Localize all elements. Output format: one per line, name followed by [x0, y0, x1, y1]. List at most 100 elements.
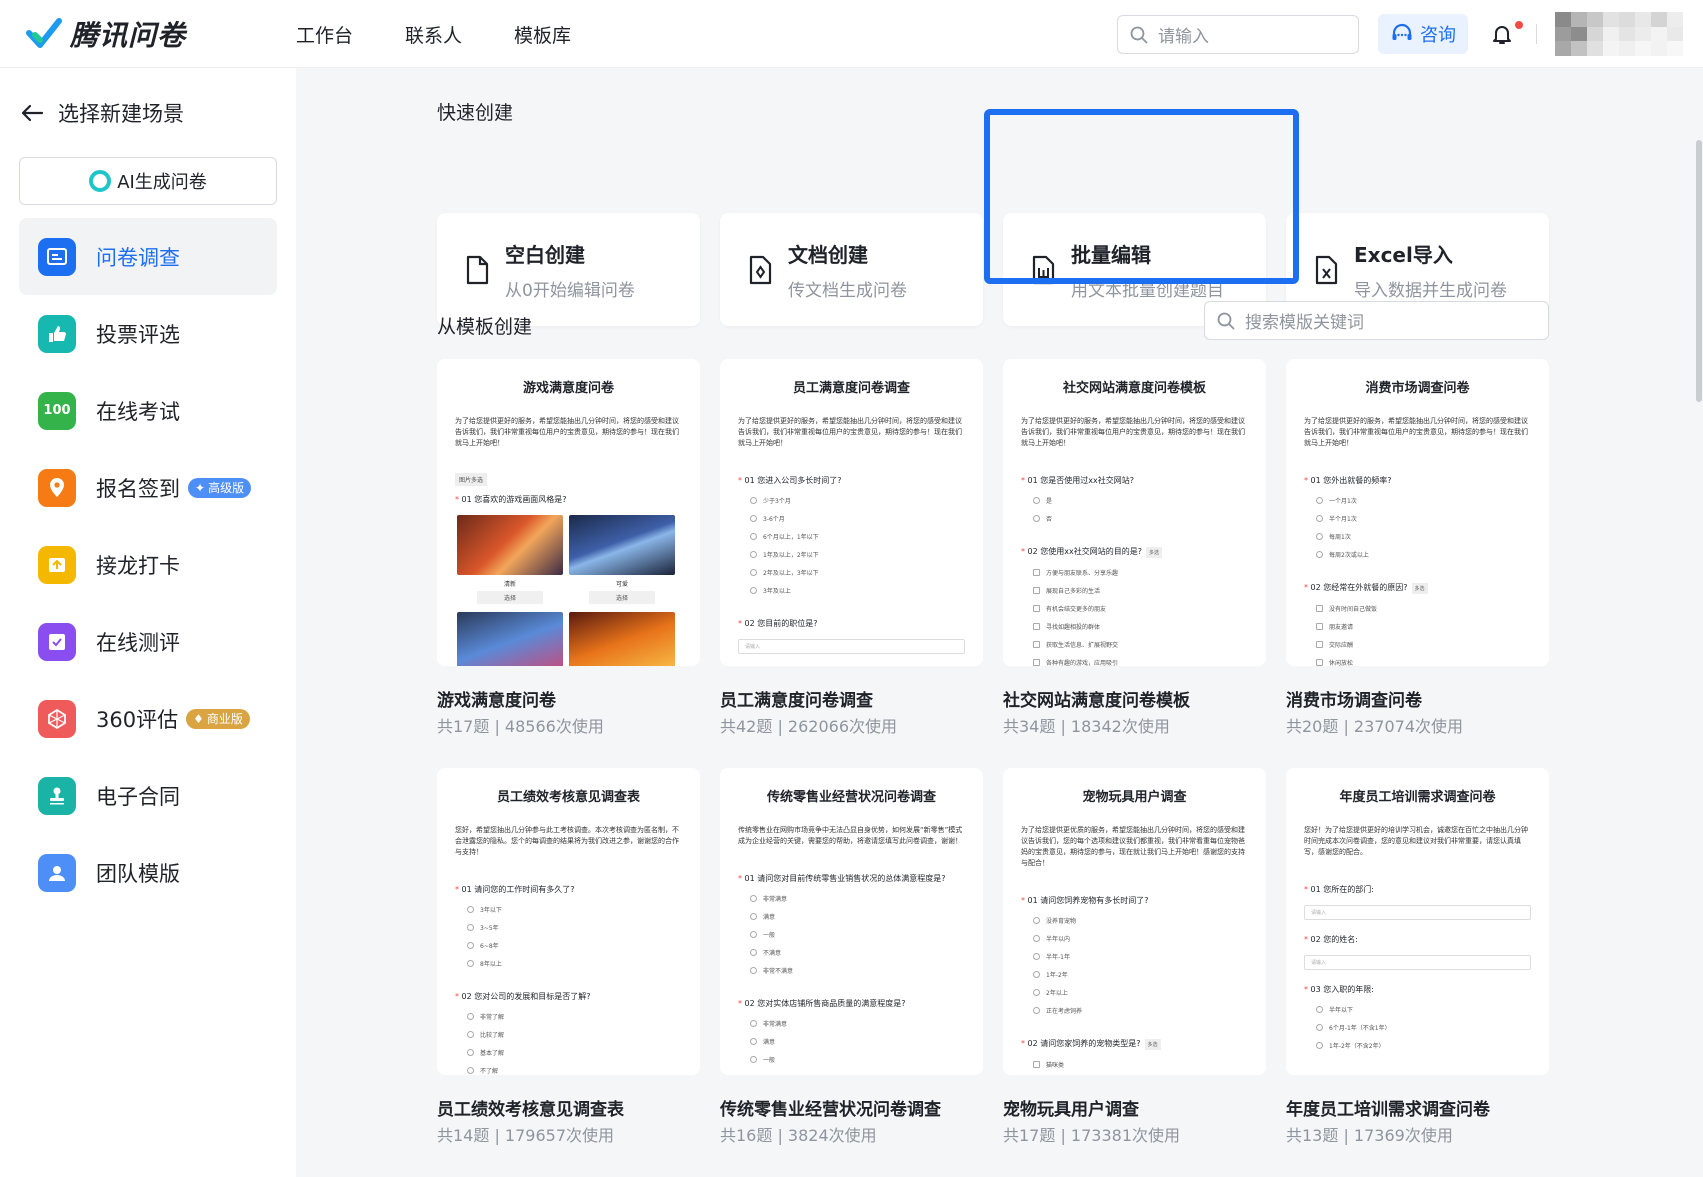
preview-option: 3-6个月 — [750, 514, 965, 523]
preview-question: * 01 请问您对目前传统零售业销售状况的总体满意程度是? — [738, 874, 946, 883]
option-label: 1年-2年 — [1046, 972, 1068, 979]
user-icon — [38, 853, 76, 892]
template-search-input[interactable]: 搜索模版关键词 — [1204, 301, 1549, 340]
preview-question: * 02 您使用xx社交网站的目的是? 多选 — [1021, 546, 1248, 558]
template-name[interactable]: 传统零售业经营状况问卷调查 — [720, 1095, 941, 1120]
preview-option: 非常满意 — [750, 1019, 965, 1028]
template-preview-card[interactable]: 员工满意度问卷调查 为了给您提供更好的服务，希望您能抽出几分钟时间，将您的感受和… — [720, 359, 983, 666]
option-label: 交际应酬 — [1329, 642, 1354, 649]
option-label: 3年及以上 — [763, 588, 791, 595]
template-preview-card[interactable]: 游戏满意度问卷 为了给您提供更好的服务，希望您能抽出几分钟时间，将您的感受和建议… — [437, 359, 700, 666]
option-label: 有机会结交更多的朋友 — [1046, 606, 1107, 613]
back-to-scenes[interactable]: 选择新建场景 — [20, 98, 184, 128]
batch-edit-icon — [1032, 255, 1055, 284]
menu-item-survey[interactable]: 问卷调查 — [19, 218, 277, 295]
template-meta: 共14题 | 179657次使用 — [437, 1126, 615, 1145]
preview-question: * 01 您喜欢的游戏画面风格是? — [455, 495, 567, 504]
preview-text-input: 请输入 — [738, 639, 965, 654]
template-name[interactable]: 宠物玩具用户调查 — [1003, 1095, 1139, 1120]
preview-question: * 01 您所在的部门: — [1304, 885, 1374, 894]
preview-intro: 传统零售业在网购市场竞争中无法凸显自身优势，如何发展“新零售”模式成为企业经营的… — [738, 826, 963, 845]
option-label: 3-6个月 — [763, 516, 785, 523]
preview-question: * 02 您对实体店铺所售商品质量的满意程度是? — [738, 999, 906, 1008]
preview-question: * 02 您经常在外就餐的原因? 多选 — [1304, 582, 1531, 594]
option-label: 满意 — [763, 914, 776, 921]
header-search-input[interactable]: 请输入 — [1117, 15, 1359, 54]
option-label: 不了解 — [480, 1068, 499, 1075]
ai-generate-button[interactable]: AI生成问卷 — [19, 157, 277, 205]
menu-item-assessment[interactable]: 在线测评 — [19, 603, 277, 680]
survey-icon — [38, 237, 76, 276]
menu-label: 问卷调查 — [96, 245, 180, 270]
menu-item-vote[interactable]: 投票评选 — [19, 295, 277, 372]
option-label: 一个月1次 — [1329, 498, 1357, 505]
template-name[interactable]: 游戏满意度问卷 — [437, 686, 556, 711]
option-label: 否 — [1046, 516, 1053, 523]
option-label: 非常满意 — [763, 1021, 788, 1028]
badge-label: 商业版 — [206, 712, 243, 726]
option-label: 不满意 — [763, 950, 782, 957]
consult-button[interactable]: 咨询 — [1378, 14, 1468, 54]
template-name[interactable]: 年度员工培训需求调查问卷 — [1286, 1095, 1490, 1120]
preview-option: 有机会结交更多的朋友 — [1033, 604, 1248, 613]
preview-question: * 02 您的姓名: — [1304, 935, 1358, 944]
preview-question-text: 01 请问您的工作时间有多久了? — [461, 885, 575, 894]
preview-option: 6个月以上，1年以下 — [750, 532, 965, 541]
template-preview-card[interactable]: 员工绩效考核意见调查表 您好，希望您抽出几分钟参与此工考核调查。本次考核调查为匿… — [437, 768, 700, 1075]
game-art-image — [569, 515, 675, 575]
menu-item-contract[interactable]: 电子合同 — [19, 757, 277, 834]
template-name[interactable]: 员工满意度问卷调查 — [720, 686, 873, 711]
nav-contacts[interactable]: 联系人 — [405, 21, 462, 48]
app-logo[interactable]: 腾讯问卷 — [26, 14, 186, 54]
scrollbar-thumb[interactable] — [1696, 140, 1702, 402]
preview-question-text: 01 您进入公司多长时间了? — [744, 476, 842, 485]
thumbs-up-icon — [38, 314, 76, 353]
template-preview-card[interactable]: 社交网站满意度问卷模板 为了给您提供更好的服务，希望您能抽出几分钟时间，将您的感… — [1003, 359, 1266, 666]
preview-option: 满意 — [750, 1037, 965, 1046]
preview-option: 每周2次或以上 — [1316, 550, 1531, 559]
preview-question: * 01 您外出就餐的频率? — [1304, 476, 1392, 485]
menu-item-relay[interactable]: 接龙打卡 — [19, 526, 277, 603]
nav-workbench[interactable]: 工作台 — [296, 21, 353, 48]
preview-option: 朋友邀请 — [1316, 622, 1531, 631]
nav-templates[interactable]: 模板库 — [514, 21, 571, 48]
option-label: 猫咪类 — [1046, 1062, 1065, 1069]
menu-item-signup[interactable]: 报名签到 ✦ 高级版 — [19, 449, 277, 526]
menu-label: 团队模版 — [96, 861, 180, 886]
preview-question-text: 02 您经常在外就餐的原因? — [1310, 583, 1408, 592]
bell-icon[interactable] — [1490, 22, 1514, 46]
option-label: 半年-1年 — [1046, 954, 1070, 961]
premium-badge: ✦ 高级版 — [188, 477, 252, 498]
option-label: 方便与朋友联系、分享乐趣 — [1046, 570, 1119, 577]
preview-question: * 02 请问您家饲养的宠物类型是? 多选 — [1021, 1038, 1248, 1050]
preview-option: 少于3个月 — [750, 496, 965, 505]
template-preview-card[interactable]: 年度员工培训需求调查问卷 您好！为了给您提供更好的培训学习机会，诚邀您在百忙之中… — [1286, 768, 1549, 1075]
template-name[interactable]: 社交网站满意度问卷模板 — [1003, 686, 1190, 711]
quick-desc: 用文本批量创建题目 — [1071, 280, 1224, 301]
quick-title: 批量编辑 — [1071, 242, 1151, 267]
template-name[interactable]: 员工绩效考核意见调查表 — [437, 1095, 624, 1120]
menu-label: 电子合同 — [96, 784, 180, 809]
menu-item-team-template[interactable]: 团队模版 — [19, 834, 277, 911]
quick-blank-create[interactable]: 空白创建 从0开始编辑问卷 — [437, 213, 700, 326]
template-name[interactable]: 消费市场调查问卷 — [1286, 686, 1422, 711]
preview-option: 1年-2年 — [1033, 970, 1248, 979]
preview-option: 一般 — [750, 1055, 965, 1064]
template-preview-card[interactable]: 传统零售业经营状况问卷调查 传统零售业在网购市场竞争中无法凸显自身优势，如何发展… — [720, 768, 983, 1075]
template-meta: 共17题 | 48566次使用 — [437, 717, 604, 736]
preview-option: 3年以下 — [467, 905, 682, 914]
template-preview-card[interactable]: 宠物玩具用户调查 为了给您提供更优质的服务，希望您能抽出几分钟时间，将您的感受和… — [1003, 768, 1266, 1075]
avatar[interactable] — [1555, 12, 1683, 56]
scrollbar[interactable] — [1695, 68, 1703, 1177]
template-preview-card[interactable]: 消费市场调查问卷 为了给您提供更好的服务，希望您能抽出几分钟时间，将您的感受和建… — [1286, 359, 1549, 666]
quick-create-title: 快速创建 — [437, 102, 514, 124]
preview-image-grid: 清新 选择 可爱 选择 — [457, 515, 682, 666]
preview-option: 没养育宠物 — [1033, 916, 1248, 925]
option-label: 1年及以上，2年以下 — [763, 552, 819, 559]
multi-select-tag: 多选 — [1144, 1039, 1161, 1050]
menu-item-exam[interactable]: 100 在线考试 — [19, 372, 277, 449]
quick-doc-create[interactable]: 文档创建 传文档生成问卷 — [720, 213, 983, 326]
preview-question-text: 02 您使用xx社交网站的目的是? — [1027, 547, 1142, 556]
menu-item-360[interactable]: 360评估 ♦ 商业版 — [19, 680, 277, 757]
